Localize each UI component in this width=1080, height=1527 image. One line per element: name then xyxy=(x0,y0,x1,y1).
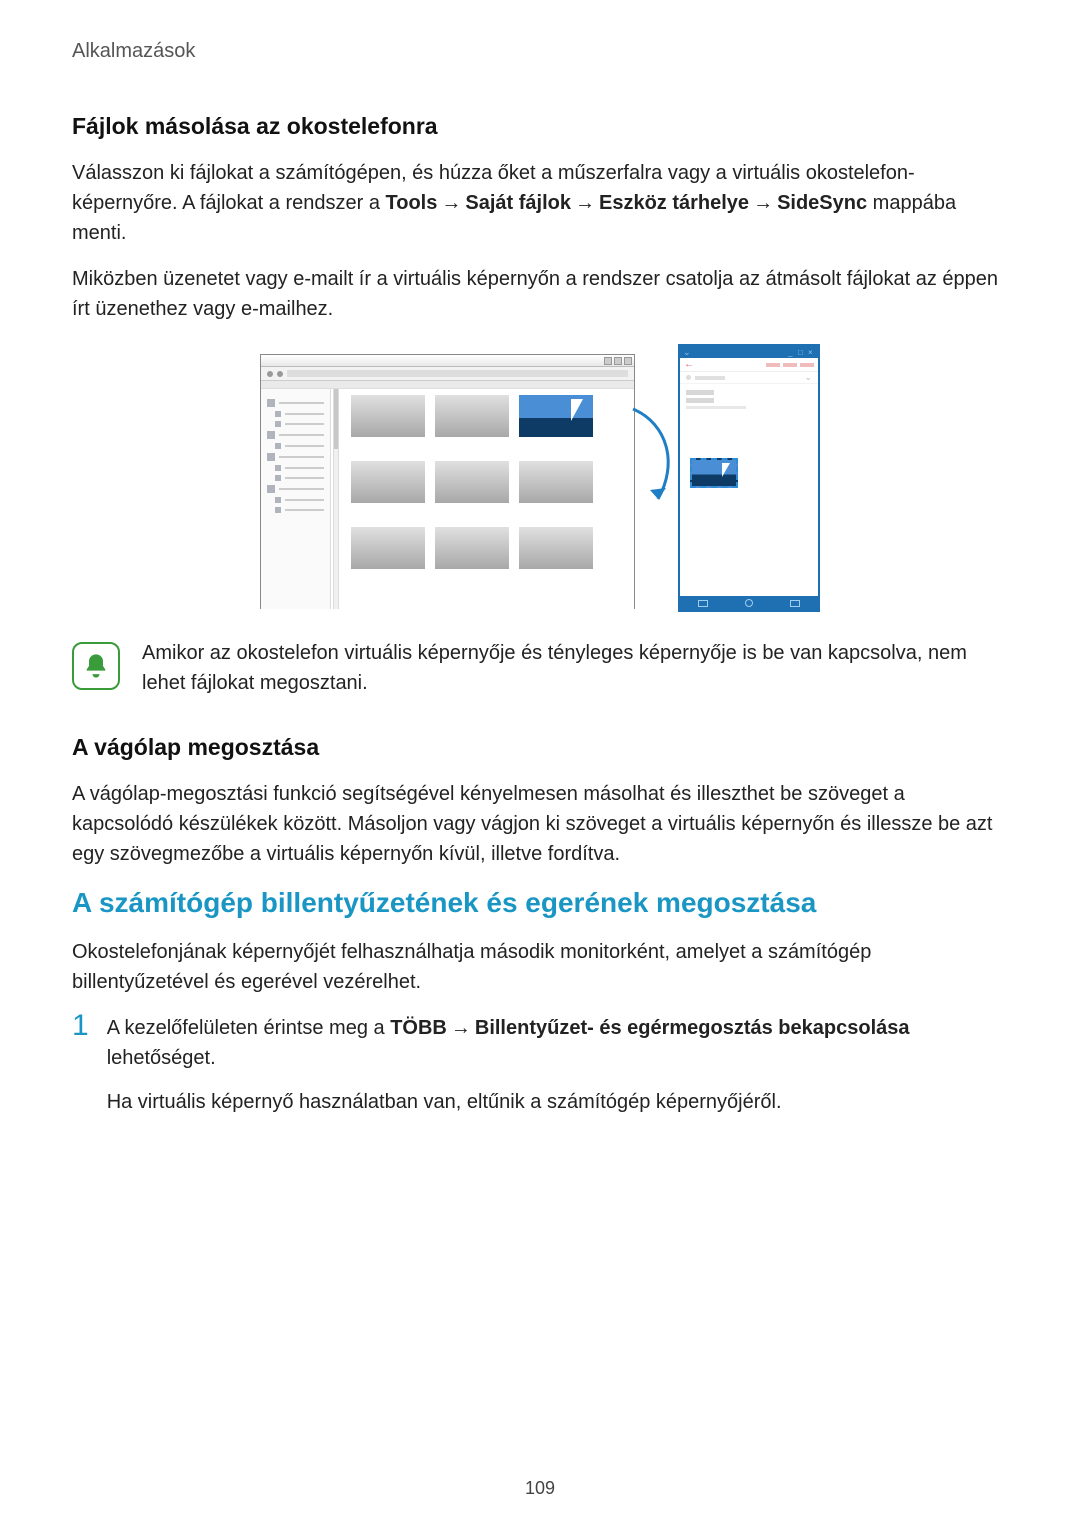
section-copy-p2: Miközben üzenetet vagy e-mailt ír a virt… xyxy=(72,264,1008,324)
win-max-icon xyxy=(614,357,622,365)
page-header: Alkalmazások xyxy=(72,40,1008,63)
file-grid xyxy=(331,389,634,609)
ph-min-icon: _ xyxy=(788,349,795,356)
back-icon: ← xyxy=(684,359,694,370)
step-1-line2: Ha virtuális képernyő használatban van, … xyxy=(107,1087,1008,1117)
note-block: Amikor az okostelefon virtuális képernyő… xyxy=(72,638,1008,698)
sidebar xyxy=(261,389,331,609)
file-thumb xyxy=(351,527,425,569)
step-1-line1: A kezelőfelületen érintse meg a TÖBB→Bil… xyxy=(107,1013,1008,1073)
back-nav-icon xyxy=(790,600,800,607)
chevron-down-icon: ⌄ xyxy=(683,347,691,358)
file-thumb xyxy=(519,527,593,569)
figure-drag-drop: ⌄ _ □ × ← ⌄ xyxy=(72,344,1008,614)
section-copy-p1: Válasszon ki fájlokat a számítógépen, és… xyxy=(72,158,1008,248)
home-icon xyxy=(745,599,753,607)
desktop-window xyxy=(260,354,635,609)
file-thumb xyxy=(435,395,509,437)
file-thumb xyxy=(435,527,509,569)
section-share-title: A számítógép billentyűzetének és egeréne… xyxy=(72,887,1008,919)
path-myfiles: Saját fájlok xyxy=(465,192,571,214)
file-thumb xyxy=(351,395,425,437)
s1b: lehetőséget. xyxy=(107,1047,216,1069)
nav-back-icon xyxy=(267,371,273,377)
path-tools: Tools xyxy=(386,192,438,214)
section-share-p1: Okostelefonjának képernyőjét felhasználh… xyxy=(72,937,1008,997)
phone-window: ⌄ _ □ × ← ⌄ xyxy=(678,344,820,612)
section-clipboard-title: A vágólap megosztása xyxy=(72,734,1008,761)
note-bell-icon xyxy=(72,642,120,690)
win-close-icon xyxy=(624,357,632,365)
file-thumb xyxy=(519,461,593,503)
file-thumb xyxy=(435,461,509,503)
address-bar xyxy=(287,370,628,377)
file-thumb-dragged xyxy=(519,395,593,437)
drop-target xyxy=(690,458,738,488)
more-label: TÖBB xyxy=(390,1017,447,1039)
chevron-down-icon: ⌄ xyxy=(804,372,812,383)
arrow-3: → xyxy=(749,192,777,214)
page-number: 109 xyxy=(0,1478,1080,1499)
option-label: Billentyűzet- és egérmegosztás bekapcsol… xyxy=(475,1017,910,1039)
path-sidesync: SideSync xyxy=(777,192,867,214)
file-thumb xyxy=(351,461,425,503)
nav-fwd-icon xyxy=(277,371,283,377)
ph-close-icon: × xyxy=(808,349,815,356)
section-copy-title: Fájlok másolása az okostelefonra xyxy=(72,113,1008,140)
recent-icon xyxy=(698,600,708,607)
arrow-2: → xyxy=(571,192,599,214)
win-min-icon xyxy=(604,357,612,365)
section-clipboard-p1: A vágólap-megosztási funkció segítségéve… xyxy=(72,779,1008,869)
step-number: 1 xyxy=(72,1011,89,1129)
arrow-1: → xyxy=(437,192,465,214)
step-1: 1 A kezelőfelületen érintse meg a TÖBB→B… xyxy=(72,1013,1008,1131)
s1a: A kezelőfelületen érintse meg a xyxy=(107,1017,391,1039)
path-device: Eszköz tárhelye xyxy=(599,192,749,214)
note-text: Amikor az okostelefon virtuális képernyő… xyxy=(142,638,1008,698)
arrow-4: → xyxy=(447,1017,475,1039)
ph-max-icon: □ xyxy=(798,349,805,356)
